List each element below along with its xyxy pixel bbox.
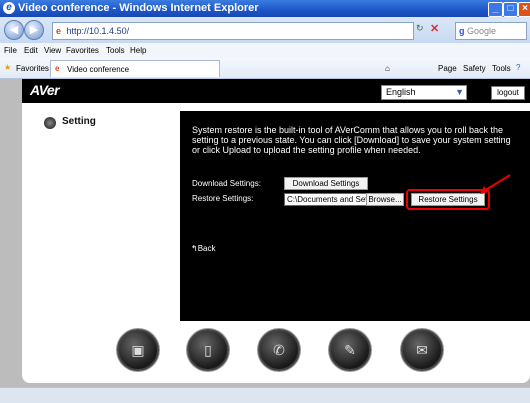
command-safety[interactable]: Safety [463,64,486,73]
home-icon[interactable]: ⌂ [385,64,390,73]
back-arrow-icon: ↰ [191,244,198,253]
menu-view[interactable]: View [44,43,61,58]
ie-logo-icon: e [3,2,15,14]
stop-icon[interactable]: ✕ [430,22,439,35]
back-nav-button[interactable]: ◀ [4,20,24,40]
back-link[interactable]: ↰Back [191,244,216,253]
phone-icon[interactable]: ✆ [258,329,300,371]
url-field[interactable]: e http://10.1.4.50/ [52,22,414,40]
tablet-icon[interactable]: ▯ [187,329,229,371]
window-title-bar: e Video conference - Windows Internet Ex… [0,0,530,17]
browse-button[interactable]: Browse... [366,193,404,206]
menu-favorites[interactable]: Favorites [66,43,99,58]
browser-tab[interactable]: e Video conference [50,60,220,77]
command-tools[interactable]: Tools [492,64,511,73]
ie-page-icon: e [56,26,62,36]
close-button[interactable]: × [518,2,530,17]
menu-file[interactable]: File [4,43,17,58]
maximize-button[interactable]: □ [503,2,518,17]
monitor-icon[interactable]: ▣ [117,329,159,371]
help-icon[interactable]: ? [516,63,520,72]
google-icon: g [459,26,465,36]
setting-icon [44,117,56,129]
search-placeholder: Google [467,26,497,36]
menu-help[interactable]: Help [130,43,146,58]
url-text: http://10.1.4.50/ [66,26,130,36]
download-label: Download Settings: [192,179,261,188]
window-title: Video conference - Windows Internet Expl… [18,2,259,14]
minimize-button[interactable]: _ [488,2,503,17]
description-text: System restore is the built-in tool of A… [192,125,511,155]
menu-bar: File Edit View Favorites Tools Help [0,43,530,59]
status-bar [0,387,530,403]
language-value: English [386,87,416,97]
favorites-bar: ★ Favorites e Video conference ⌂ Page Sa… [0,58,530,79]
aver-logo: AVer [30,82,60,98]
download-settings-button[interactable]: Download Settings [284,177,368,190]
favorites-button[interactable]: Favorites [16,64,49,73]
settings-panel: System restore is the built-in tool of A… [180,111,530,321]
tab-title: Video conference [67,65,130,74]
restore-label: Restore Settings: [192,194,254,203]
tab-page-icon: e [55,64,60,73]
language-select[interactable]: English ▼ [381,85,467,100]
wrench-icon[interactable]: ✎ [329,329,371,371]
menu-edit[interactable]: Edit [24,43,38,58]
red-arrow-icon [480,174,511,194]
menu-tools[interactable]: Tools [106,43,125,58]
forward-nav-button[interactable]: ▶ [24,20,44,40]
refresh-icon[interactable]: ↻ [416,23,424,34]
restore-settings-button[interactable]: Restore Settings [411,193,485,206]
logout-button[interactable]: logout [491,86,525,100]
section-title: Setting [62,116,96,127]
back-label: Back [197,244,216,253]
chevron-down-icon: ▼ [455,87,464,97]
mail-icon[interactable]: ✉ [401,329,443,371]
restore-file-input[interactable]: C:\Documents and Setting [284,193,368,206]
favorites-star-icon: ★ [4,63,12,72]
command-page[interactable]: Page [438,64,457,73]
search-field[interactable]: g Google [455,22,527,40]
address-bar-area: ◀ ▶ e http://10.1.4.50/ ↻ ✕ g Google [0,17,530,43]
